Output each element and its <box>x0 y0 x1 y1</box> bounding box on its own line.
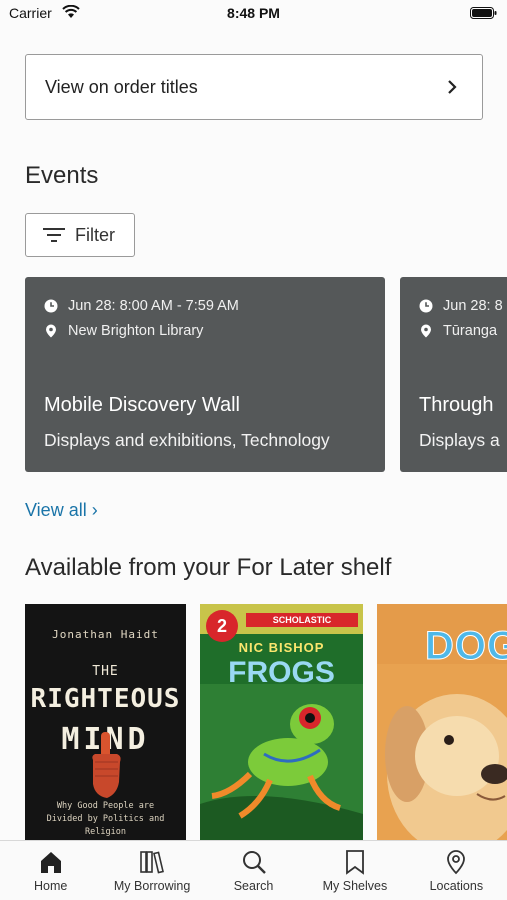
tab-search[interactable]: Search <box>203 841 304 900</box>
event-categories: Displays a <box>419 430 500 450</box>
frog-illustration <box>200 684 363 840</box>
tab-my-borrowing[interactable]: My Borrowing <box>101 841 202 900</box>
book-title-prefix: THE <box>92 664 119 679</box>
event-time-row: Jun 28: 8 <box>419 298 503 314</box>
view-on-order-titles-button[interactable]: View on order titles <box>25 54 483 120</box>
event-location-row: Tūranga <box>419 323 497 339</box>
chevron-right-icon <box>448 80 457 94</box>
reader-level-badge: 2 <box>206 610 238 642</box>
clock-icon <box>44 299 58 313</box>
event-card[interactable]: Jun 28: 8:00 AM - 7:59 AM New Brighton L… <box>25 277 385 472</box>
book-cover-frogs[interactable]: SCHOLASTIC 2 NIC BISHOP FROGS <box>200 604 363 840</box>
book-author: NIC BISHOP <box>238 640 325 655</box>
publisher-label: SCHOLASTIC <box>246 613 358 627</box>
event-card[interactable]: Jun 28: 8 Tūranga Through Displays a <box>400 277 507 472</box>
event-location: Tūranga <box>443 323 498 339</box>
filter-label: Filter <box>75 224 115 245</box>
bookmark-icon <box>346 850 364 875</box>
events-carousel[interactable]: Jun 28: 8:00 AM - 7:59 AM New Brighton L… <box>0 277 507 473</box>
tab-label: My Borrowing <box>113 879 191 893</box>
events-heading: Events <box>25 162 99 189</box>
tab-label: Locations <box>429 879 484 893</box>
status-bar: Carrier 8:48 PM <box>0 0 507 28</box>
tab-my-shelves[interactable]: My Shelves <box>304 841 405 900</box>
book-cover-righteous-mind[interactable]: Jonathan Haidt THE RIGHTEOUS MIND Why Go… <box>25 604 186 840</box>
battery-icon <box>470 7 497 19</box>
event-title: Mobile Discovery Wall <box>44 394 240 416</box>
search-icon <box>242 851 266 874</box>
event-time: Jun 28: 8 <box>443 298 503 314</box>
event-title: Through <box>419 394 494 416</box>
hand-illustration <box>92 732 121 798</box>
dog-illustration <box>377 664 507 840</box>
event-time: Jun 28: 8:00 AM - 7:59 AM <box>68 298 239 314</box>
tab-bar: Home My Borrowing Search My Shelves Loca… <box>0 840 507 900</box>
book-author: Jonathan Haidt <box>52 628 159 641</box>
book-subtitle: Why Good People are Divided by Politics … <box>46 801 165 837</box>
clock-icon <box>419 299 433 313</box>
tab-home[interactable]: Home <box>0 841 101 900</box>
for-later-carousel[interactable]: Jonathan Haidt THE RIGHTEOUS MIND Why Go… <box>0 604 507 840</box>
tab-label: Home <box>34 879 68 893</box>
view-all-events-link[interactable]: View all › <box>25 500 98 521</box>
books-icon <box>140 851 165 874</box>
event-location-row: New Brighton Library <box>44 323 203 339</box>
event-location: New Brighton Library <box>68 323 204 339</box>
tab-locations[interactable]: Locations <box>406 841 507 900</box>
order-titles-label: View on order titles <box>45 76 198 97</box>
book-title: DOGS <box>425 624 507 669</box>
book-title-line1: RIGHTEOUS <box>30 684 181 714</box>
book-cover-dogs[interactable]: DOGS <box>377 604 507 840</box>
filter-button[interactable]: Filter <box>25 213 135 257</box>
location-pin-icon <box>46 324 56 338</box>
home-icon <box>40 852 61 873</box>
event-time-row: Jun 28: 8:00 AM - 7:59 AM <box>44 298 239 314</box>
tab-label: My Shelves <box>322 879 388 893</box>
event-categories: Displays and exhibitions, Technology <box>44 430 330 450</box>
tab-label: Search <box>233 879 274 893</box>
for-later-shelf-heading: Available from your For Later shelf <box>25 554 392 581</box>
status-time: 8:48 PM <box>227 5 280 21</box>
location-pin-icon <box>421 324 431 338</box>
filter-icon <box>43 228 65 242</box>
location-pin-icon <box>447 850 466 875</box>
